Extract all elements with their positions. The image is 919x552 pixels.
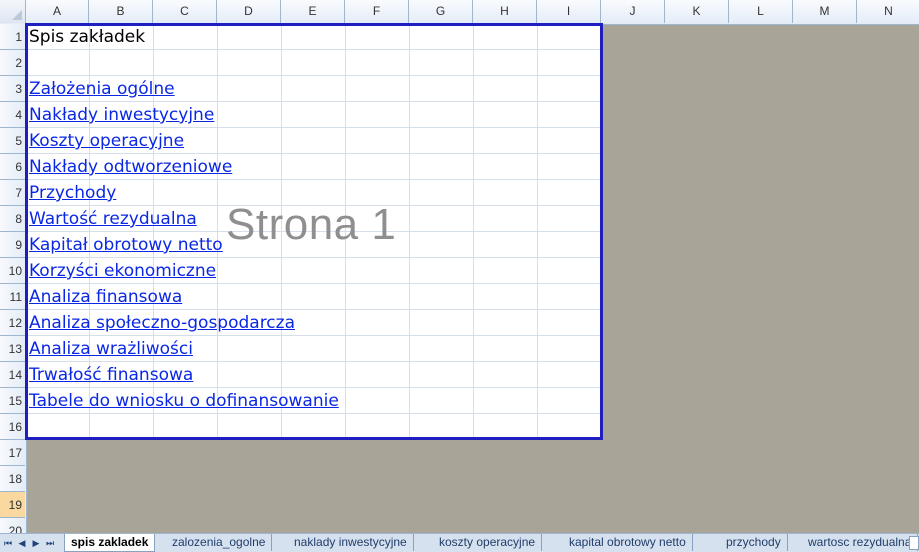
row-header-18[interactable]: 18 — [0, 466, 25, 492]
column-header-m[interactable]: M — [793, 0, 857, 23]
row-header-12[interactable]: 12 — [0, 310, 25, 336]
row-header-bar: 1 2 3 4 5 6 7 8 9 10 11 12 13 14 15 16 1… — [0, 24, 27, 534]
row-header-13[interactable]: 13 — [0, 336, 25, 362]
row-header-17[interactable]: 17 — [0, 440, 25, 466]
row-header-16[interactable]: 16 — [0, 414, 25, 440]
link-tabele-do-wniosku[interactable]: Tabele do wniosku o dofinansowanie — [29, 388, 339, 414]
column-header-i[interactable]: I — [537, 0, 601, 23]
tab-zalozenia-ogolne[interactable]: zalozenia_ogolne — [166, 534, 273, 551]
link-kapital-obrotowy-netto[interactable]: Kapitał obrotowy netto — [29, 232, 223, 258]
link-naklady-odtworzeniowe[interactable]: Nakłady odtworzeniowe — [29, 154, 232, 180]
row-header-4[interactable]: 4 — [0, 102, 25, 128]
row-header-8[interactable]: 8 — [0, 206, 25, 232]
column-header-d[interactable]: D — [217, 0, 281, 23]
first-sheet-icon[interactable]: ⏮ — [2, 536, 14, 550]
column-header-h[interactable]: H — [473, 0, 537, 23]
tab-koszty-operacyjne[interactable]: koszty operacyjne — [433, 534, 543, 551]
column-header-b[interactable]: B — [89, 0, 153, 23]
link-trwalosc-finansowa[interactable]: Trwałość finansowa — [29, 362, 193, 388]
row-header-15[interactable]: 15 — [0, 388, 25, 414]
row-header-3[interactable]: 3 — [0, 76, 25, 102]
row-header-11[interactable]: 11 — [0, 284, 25, 310]
row-header-2[interactable]: 2 — [0, 50, 25, 76]
row-header-6[interactable]: 6 — [0, 154, 25, 180]
link-wartosc-rezydualna[interactable]: Wartość rezydualna — [29, 206, 197, 232]
row-header-7[interactable]: 7 — [0, 180, 25, 206]
last-sheet-icon[interactable]: ⏭ — [44, 536, 56, 550]
tab-spis-zakladek[interactable]: spis zakladek — [64, 534, 156, 552]
column-header-n[interactable]: N — [857, 0, 919, 23]
row-header-14[interactable]: 14 — [0, 362, 25, 388]
column-header-l[interactable]: L — [729, 0, 793, 23]
link-korzysci-ekonomiczne[interactable]: Korzyści ekonomiczne — [29, 258, 216, 284]
link-przychody[interactable]: Przychody — [29, 180, 116, 206]
link-naklady-inwestycyjne[interactable]: Nakłady inwestycyjne — [29, 102, 214, 128]
column-header-g[interactable]: G — [409, 0, 473, 23]
tab-naklady-inwestycyjne[interactable]: naklady inwestycyjne — [288, 534, 414, 551]
row-header-9[interactable]: 9 — [0, 232, 25, 258]
tab-wartosc-rezydualna[interactable]: wartosc rezydualna — [802, 534, 919, 551]
link-analiza-wrazliwosci[interactable]: Analiza wrażliwości — [29, 336, 193, 362]
tab-kapital-obrotowy-netto[interactable]: kapital obrotowy netto — [563, 534, 693, 551]
column-header-bar: A B C D E F G H I J K L M N — [0, 0, 919, 25]
tab-split-handle[interactable] — [909, 536, 919, 550]
row-header-10[interactable]: 10 — [0, 258, 25, 284]
column-header-k[interactable]: K — [665, 0, 729, 23]
link-analiza-finansowa[interactable]: Analiza finansowa — [29, 284, 182, 310]
column-header-j[interactable]: J — [601, 0, 665, 23]
link-koszty-operacyjne[interactable]: Koszty operacyjne — [29, 128, 184, 154]
row-header-20[interactable]: 20 — [0, 518, 25, 534]
tab-przychody[interactable]: przychody — [720, 534, 788, 551]
row-header-5[interactable]: 5 — [0, 128, 25, 154]
prev-sheet-icon[interactable]: ◀ — [16, 536, 28, 550]
link-zalozenia-ogolne[interactable]: Założenia ogólne — [29, 76, 175, 102]
sheet-tab-bar: ⏮ ◀ ▶ ⏭ spis zakladek zalozenia_ogolne n… — [0, 533, 919, 552]
next-sheet-icon[interactable]: ▶ — [30, 536, 42, 550]
column-header-e[interactable]: E — [281, 0, 345, 23]
row-header-19[interactable]: 19 — [0, 492, 25, 518]
select-all-corner[interactable] — [0, 0, 26, 23]
cell-a1-title[interactable]: Spis zakładek — [29, 24, 145, 50]
column-header-a[interactable]: A — [26, 0, 89, 23]
column-header-c[interactable]: C — [153, 0, 217, 23]
link-analiza-spoleczno-gospodarcza[interactable]: Analiza społeczno-gospodarcza — [29, 310, 295, 336]
column-header-f[interactable]: F — [345, 0, 409, 23]
row-header-1[interactable]: 1 — [0, 24, 25, 50]
